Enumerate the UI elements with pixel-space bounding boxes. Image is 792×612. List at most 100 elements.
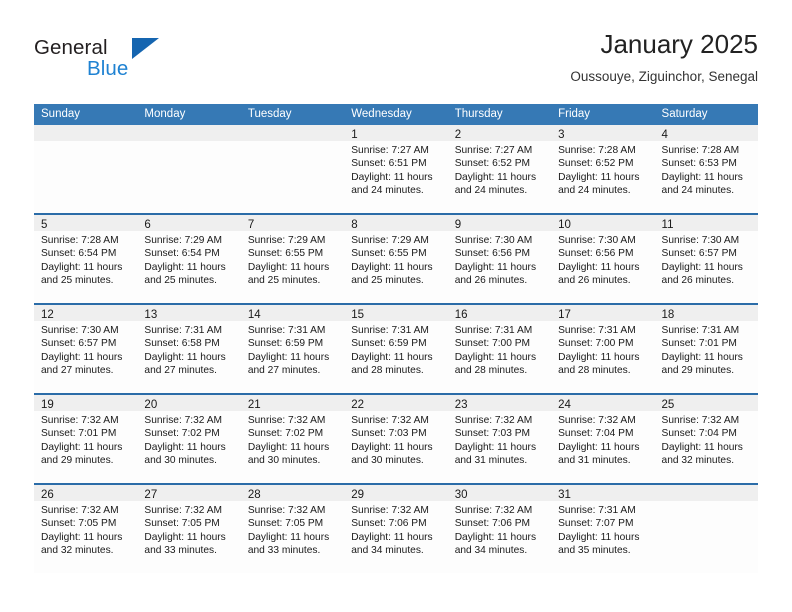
day-detail-text: Sunrise: 7:28 AM Sunset: 6:54 PM Daylight:… — [34, 231, 137, 288]
day-detail-line: Sunset: 7:05 PM — [41, 518, 117, 530]
day-number: 10 — [558, 219, 571, 231]
day-number: 14 — [247, 309, 261, 321]
calendar-day-cell[interactable]: 20 Sunrise: 7:32 AM Sunset: 7:02 PM Dayligh… — [137, 395, 241, 483]
calendar-day-cell[interactable]: 13 Sunrise: 7:31 AM Sunset: 6:58 PM Dayligh… — [137, 305, 241, 393]
calendar-day-cell[interactable]: 11 Sunrise: 7:30 AM Sunset: 6:57 PM Dayligh… — [654, 215, 758, 303]
day-detail-line: and 24 minutes. — [351, 185, 424, 197]
day-number-band: 25 — [654, 395, 758, 411]
day-detail-line: Sunset: 7:05 PM — [247, 518, 324, 530]
day-detail-line: Sunrise: 7:30 AM — [454, 235, 533, 246]
day-detail-line: Daylight: 11 hours — [558, 261, 640, 273]
day-number-band: 20 — [137, 395, 241, 411]
calendar-day-cell[interactable]: 29 Sunrise: 7:32 AM Sunset: 7:06 PM Dayligh… — [344, 485, 448, 573]
calendar-day-cell[interactable]: 5 Sunrise: 7:28 AM Sunset: 6:54 PM Daylight… — [34, 215, 138, 303]
day-detail-line: and 32 minutes. — [41, 545, 114, 557]
day-number-band: 16 — [447, 305, 552, 321]
calendar-day-cell[interactable]: 25 Sunrise: 7:32 AM Sunset: 7:04 PM Dayligh… — [654, 395, 758, 483]
day-number: 11 — [661, 219, 674, 231]
calendar-week-row: 1 Sunrise: 7:27 AM Sunset: 6:51 PM Daylight… — [34, 125, 758, 213]
day-detail-text: Sunrise: 7:31 AM Sunset: 7:01 PM Daylight:… — [655, 321, 758, 378]
day-number-band: 17 — [551, 305, 655, 321]
calendar-day-cell[interactable]: 14 Sunrise: 7:31 AM Sunset: 6:59 PM Dayligh… — [240, 305, 345, 393]
day-detail-line: Sunrise: 7:32 AM — [661, 415, 740, 426]
day-detail-text: Sunrise: 7:32 AM Sunset: 7:05 PM Daylight:… — [137, 501, 240, 558]
day-detail-text: Sunrise: 7:31 AM Sunset: 6:59 PM Daylight:… — [241, 321, 344, 378]
day-detail-line: Sunset: 6:54 PM — [41, 248, 117, 260]
calendar-day-cell[interactable]: 28 Sunrise: 7:32 AM Sunset: 7:05 PM Dayligh… — [240, 485, 345, 573]
day-detail-line: and 30 minutes. — [247, 455, 321, 467]
day-number-band: 24 — [551, 395, 655, 411]
day-detail-text: Sunrise: 7:31 AM Sunset: 7:07 PM Daylight:… — [551, 501, 654, 558]
calendar-grid: Sunday Monday Tuesday Wednesday Thursday Frid… — [34, 104, 758, 573]
day-detail-text: Sunrise: 7:28 AM Sunset: 6:53 PM Daylight:… — [655, 141, 758, 198]
day-detail-text: Sunrise: 7:32 AM Sunset: 7:04 PM Daylight:… — [551, 411, 654, 468]
day-number: 21 — [247, 399, 261, 411]
day-detail-line: Sunrise: 7:28 AM — [41, 235, 119, 246]
day-detail-line: Sunrise: 7:32 AM — [247, 505, 326, 516]
day-detail-line: and 34 minutes. — [351, 545, 424, 557]
day-detail-line: Daylight: 11 hours — [144, 531, 226, 543]
day-detail-line: and 26 minutes. — [454, 275, 528, 287]
day-detail-line: Sunrise: 7:32 AM — [144, 505, 223, 516]
general-blue-logo[interactable]: General Blue — [34, 36, 234, 92]
calendar-day-cell[interactable]: 16 Sunrise: 7:31 AM Sunset: 7:00 PM Dayligh… — [447, 305, 552, 393]
calendar-day-cell[interactable]: 19 Sunrise: 7:32 AM Sunset: 7:01 PM Dayligh… — [34, 395, 138, 483]
calendar-day-cell[interactable]: 6 Sunrise: 7:29 AM Sunset: 6:54 PM Daylight… — [137, 215, 241, 303]
calendar-day-cell[interactable]: 2 Sunrise: 7:27 AM Sunset: 6:52 PM Daylight… — [447, 125, 552, 213]
day-number: 16 — [454, 309, 468, 321]
calendar-day-cell[interactable]: 7 Sunrise: 7:29 AM Sunset: 6:55 PM Daylight… — [240, 215, 345, 303]
day-detail-text: Sunrise: 7:31 AM Sunset: 7:00 PM Daylight:… — [551, 321, 654, 378]
calendar-day-cell[interactable]: 30 Sunrise: 7:32 AM Sunset: 7:06 PM Dayligh… — [447, 485, 552, 573]
day-detail-line: Sunset: 6:56 PM — [454, 248, 531, 260]
weekday-header-thursday: Thursday — [454, 108, 503, 120]
calendar-day-cell-empty — [654, 485, 758, 573]
calendar-day-cell[interactable]: 23 Sunrise: 7:32 AM Sunset: 7:03 PM Dayligh… — [447, 395, 552, 483]
day-number-band: 2 — [447, 125, 552, 141]
day-number-band — [137, 125, 241, 141]
day-detail-line: Sunrise: 7:29 AM — [144, 235, 223, 246]
calendar-day-cell-empty — [240, 125, 345, 213]
calendar-day-cell[interactable]: 21 Sunrise: 7:32 AM Sunset: 7:02 PM Dayligh… — [240, 395, 345, 483]
day-detail-line: Daylight: 11 hours — [661, 171, 743, 183]
day-detail-line: Sunrise: 7:32 AM — [41, 505, 119, 516]
calendar-day-cell[interactable]: 10 Sunrise: 7:30 AM Sunset: 6:56 PM Dayligh… — [551, 215, 655, 303]
day-detail-line: and 32 minutes. — [661, 455, 735, 467]
day-number: 12 — [41, 309, 54, 321]
day-number-band — [34, 125, 138, 141]
day-number: 20 — [144, 399, 158, 411]
calendar-day-cell[interactable]: 1 Sunrise: 7:27 AM Sunset: 6:51 PM Daylight… — [344, 125, 448, 213]
day-detail-text: Sunrise: 7:30 AM Sunset: 6:57 PM Daylight:… — [34, 321, 137, 378]
calendar-day-cell[interactable]: 15 Sunrise: 7:31 AM Sunset: 6:59 PM Dayligh… — [344, 305, 448, 393]
day-detail-line: Sunset: 6:58 PM — [144, 338, 220, 350]
day-detail-text: Sunrise: 7:30 AM Sunset: 6:56 PM Daylight:… — [448, 231, 551, 288]
calendar-week-row: 19 Sunrise: 7:32 AM Sunset: 7:01 PM Dayligh… — [34, 393, 758, 483]
calendar-day-cell[interactable]: 27 Sunrise: 7:32 AM Sunset: 7:05 PM Dayligh… — [137, 485, 241, 573]
calendar-day-cell[interactable]: 9 Sunrise: 7:30 AM Sunset: 6:56 PM Daylight… — [447, 215, 552, 303]
calendar-day-cell[interactable]: 8 Sunrise: 7:29 AM Sunset: 6:55 PM Daylight… — [344, 215, 448, 303]
day-number-band: 15 — [344, 305, 448, 321]
calendar-day-cell[interactable]: 24 Sunrise: 7:32 AM Sunset: 7:04 PM Dayligh… — [551, 395, 655, 483]
day-number: 29 — [351, 489, 365, 501]
day-number: 15 — [351, 309, 365, 321]
day-detail-text: Sunrise: 7:32 AM Sunset: 7:03 PM Daylight:… — [448, 411, 551, 468]
calendar-day-cell[interactable]: 12 Sunrise: 7:30 AM Sunset: 6:57 PM Dayligh… — [34, 305, 138, 393]
day-detail-line: Sunrise: 7:30 AM — [661, 235, 740, 246]
calendar-day-cell[interactable]: 3 Sunrise: 7:28 AM Sunset: 6:52 PM Daylight… — [551, 125, 655, 213]
day-detail-line: and 31 minutes. — [558, 455, 631, 467]
calendar-page: General Blue January 2025 Oussouye, Zigu… — [0, 0, 792, 612]
page-subtitle-location: Oussouye, Ziguinchor, Senegal — [570, 69, 758, 84]
calendar-day-cell[interactable]: 22 Sunrise: 7:32 AM Sunset: 7:03 PM Dayligh… — [344, 395, 448, 483]
day-detail-line: and 34 minutes. — [454, 545, 528, 557]
title-block: January 2025 Oussouye, Ziguinchor, Seneg… — [570, 28, 758, 87]
day-detail-line: Sunrise: 7:27 AM — [351, 145, 429, 156]
day-number-band: 18 — [654, 305, 758, 321]
calendar-day-cell[interactable]: 26 Sunrise: 7:32 AM Sunset: 7:05 PM Dayligh… — [34, 485, 138, 573]
calendar-day-cell[interactable]: 31 Sunrise: 7:31 AM Sunset: 7:07 PM Dayligh… — [551, 485, 655, 573]
calendar-day-cell[interactable]: 17 Sunrise: 7:31 AM Sunset: 7:00 PM Dayligh… — [551, 305, 655, 393]
day-detail-line: Sunset: 7:05 PM — [144, 518, 220, 530]
day-detail-text: Sunrise: 7:27 AM Sunset: 6:52 PM Daylight:… — [448, 141, 551, 198]
calendar-day-cell[interactable]: 18 Sunrise: 7:31 AM Sunset: 7:01 PM Dayligh… — [654, 305, 758, 393]
day-detail-line: Daylight: 11 hours — [41, 261, 123, 273]
day-detail-text: Sunrise: 7:31 AM Sunset: 6:58 PM Daylight:… — [137, 321, 240, 378]
calendar-day-cell[interactable]: 4 Sunrise: 7:28 AM Sunset: 6:53 PM Daylight… — [654, 125, 758, 213]
